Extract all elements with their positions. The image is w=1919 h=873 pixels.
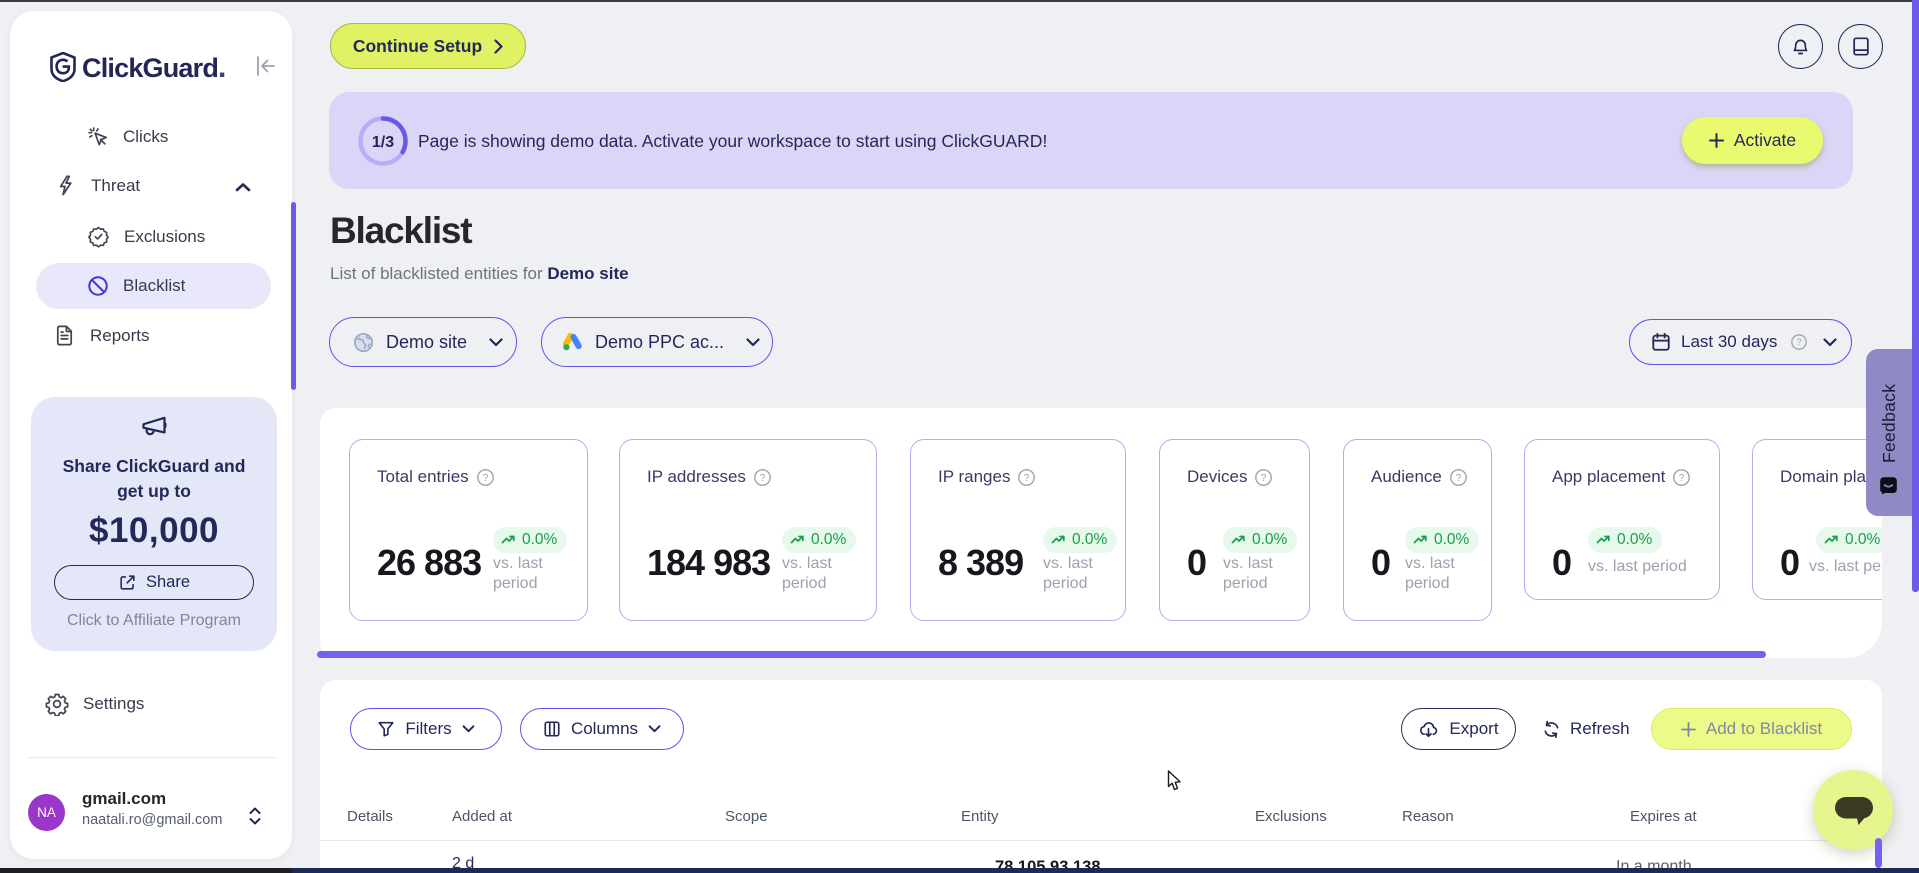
svg-text:?: ? — [1797, 337, 1802, 348]
svg-text:?: ? — [1261, 473, 1267, 484]
svg-text:?: ? — [1456, 473, 1462, 484]
svg-text:?: ? — [1679, 473, 1685, 484]
svg-text:?: ? — [760, 473, 766, 484]
svg-text:?: ? — [1024, 473, 1030, 484]
svg-text:1/3: 1/3 — [372, 134, 394, 151]
svg-text:?: ? — [482, 473, 488, 484]
